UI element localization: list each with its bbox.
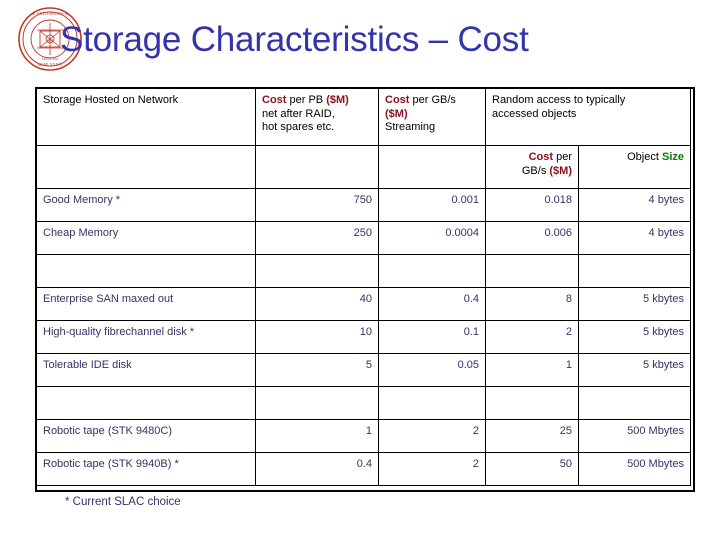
header-money-unit: ($M) <box>326 94 349 106</box>
row-label: High-quality fibrechannel disk * <box>36 320 256 354</box>
cell-cost-per-pb: 1 <box>255 419 379 453</box>
cell-object-size: 5 kbytes <box>578 320 691 354</box>
cell-cost-per-pb: 750 <box>255 188 379 222</box>
header-sub-blank-3 <box>378 145 486 189</box>
cell-cost-per-gbs: 0.05 <box>378 353 486 387</box>
header-sub-cost-per-gbs: Cost per GB/s ($M) <box>485 145 579 189</box>
svg-text:MCMLXXXVI: MCMLXXXVI <box>37 62 63 67</box>
table-row: Robotic tape (STK 9480C) 1 2 25 500 Mbytes <box>36 419 691 453</box>
header-sub-object-size: Object Size <box>578 145 691 189</box>
header-sub-blank-2 <box>255 145 379 189</box>
header-random-access: Random access to typically accessed obje… <box>485 88 691 146</box>
cell-cost-per-pb: 0.4 <box>255 452 379 486</box>
row-label: Cheap Memory <box>36 221 256 255</box>
cell-object-size: 500 Mbytes <box>578 419 691 453</box>
cell-random-access: 25 <box>485 419 579 453</box>
header-per-gbs-text: per GB/s <box>409 94 456 106</box>
cell-object-size: 5 kbytes <box>578 353 691 387</box>
header-random-access-line2: accessed objects <box>492 107 577 120</box>
footnote-current-slac-choice: * Current SLAC choice <box>65 496 181 508</box>
row-label <box>36 254 256 288</box>
row-label: Enterprise SAN maxed out <box>36 287 256 321</box>
cell-object-size <box>578 254 691 288</box>
cell-object-size <box>578 386 691 420</box>
table-row: Tolerable IDE disk 5 0.05 1 5 kbytes <box>36 353 691 387</box>
header-sub-per-text: per <box>553 151 572 163</box>
header-sub-money-unit: ($M) <box>549 164 572 177</box>
cell-random-access <box>485 254 579 288</box>
cell-random-access: 50 <box>485 452 579 486</box>
header-per-pb-text: per PB <box>286 94 327 106</box>
svg-text:★ UNIVERSITAS ★: ★ UNIVERSITAS ★ <box>32 11 69 16</box>
row-label: Robotic tape (STK 9940B) * <box>36 452 256 486</box>
cell-cost-per-gbs: 0.4 <box>378 287 486 321</box>
slide-header: ★ UNIVERSITAS ★ MCMLXXXVI SIGILLUM 1891 … <box>0 0 720 86</box>
svg-text:1891: 1891 <box>46 39 53 43</box>
cell-cost-per-gbs <box>378 386 486 420</box>
table-row: Enterprise SAN maxed out 40 0.4 8 5 kbytes <box>36 287 691 321</box>
cell-cost-per-gbs <box>378 254 486 288</box>
table-header-row-primary: Storage Hosted on Network Cost per PB ($… <box>36 88 691 146</box>
cell-cost-per-pb: 10 <box>255 320 379 354</box>
table-spacer-row <box>36 254 691 288</box>
cell-cost-per-gbs: 0.001 <box>378 188 486 222</box>
header-storage-hosted-label: Storage Hosted on Network <box>43 94 179 106</box>
cell-cost-per-pb: 40 <box>255 287 379 321</box>
header-object-text: Object <box>627 151 662 163</box>
header-hot-spares: hot spares etc. <box>262 121 335 133</box>
cell-cost-per-gbs: 2 <box>378 452 486 486</box>
cell-random-access <box>485 386 579 420</box>
cell-object-size: 4 bytes <box>578 221 691 255</box>
page-title: Storage Characteristics – Cost <box>60 20 529 59</box>
cell-random-access: 1 <box>485 353 579 387</box>
header-streaming: Streaming <box>385 121 436 133</box>
cell-random-access: 2 <box>485 320 579 354</box>
header-net-after-raid: net after RAID, <box>262 107 335 120</box>
cell-random-access: 0.018 <box>485 188 579 222</box>
cell-object-size: 5 kbytes <box>578 287 691 321</box>
header-size-word: Size <box>661 151 684 163</box>
cell-random-access: 0.006 <box>485 221 579 255</box>
row-label: Robotic tape (STK 9480C) <box>36 419 256 453</box>
cell-cost-per-pb: 5 <box>255 353 379 387</box>
row-label: Good Memory * <box>36 188 256 222</box>
cell-object-size: 4 bytes <box>578 188 691 222</box>
header-money-unit-2: ($M) <box>385 107 408 120</box>
cell-random-access: 8 <box>485 287 579 321</box>
table-spacer-row <box>36 386 691 420</box>
cell-cost-per-gbs: 0.1 <box>378 320 486 354</box>
row-label <box>36 386 256 420</box>
header-cost-per-pb: Cost per PB ($M) net after RAID, hot spa… <box>255 88 379 146</box>
header-sub-cost-word: Cost <box>528 151 554 163</box>
header-cost-word: Cost <box>262 94 287 106</box>
cell-cost-per-gbs: 0.0004 <box>378 221 486 255</box>
svg-text:SIGILLUM: SIGILLUM <box>42 57 58 61</box>
header-sub-gbs-text: GB/s <box>521 164 550 177</box>
table-row: Cheap Memory 250 0.0004 0.006 4 bytes <box>36 221 691 255</box>
cell-cost-per-pb: 250 <box>255 221 379 255</box>
row-label: Tolerable IDE disk <box>36 353 256 387</box>
header-sub-blank-1 <box>36 145 256 189</box>
header-cost-word-2: Cost <box>385 94 410 106</box>
cell-cost-per-pb <box>255 254 379 288</box>
header-random-access-line1: Random access to typically <box>492 94 626 106</box>
table-row: Good Memory * 750 0.001 0.018 4 bytes <box>36 188 691 222</box>
cell-cost-per-gbs: 2 <box>378 419 486 453</box>
header-cost-per-gbs: Cost per GB/s ($M) Streaming <box>378 88 486 146</box>
header-storage-hosted: Storage Hosted on Network <box>36 88 256 146</box>
cell-cost-per-pb <box>255 386 379 420</box>
cell-object-size: 500 Mbytes <box>578 452 691 486</box>
table-row: High-quality fibrechannel disk * 10 0.1 2 5 … <box>36 320 691 354</box>
table-header-row-secondary: Cost per GB/s ($M) Object Size <box>36 145 691 189</box>
table-row: Robotic tape (STK 9940B) * 0.4 2 50 500 Mbyt… <box>36 452 691 486</box>
storage-characteristics-table: Storage Hosted on Network Cost per PB ($… <box>36 88 691 486</box>
